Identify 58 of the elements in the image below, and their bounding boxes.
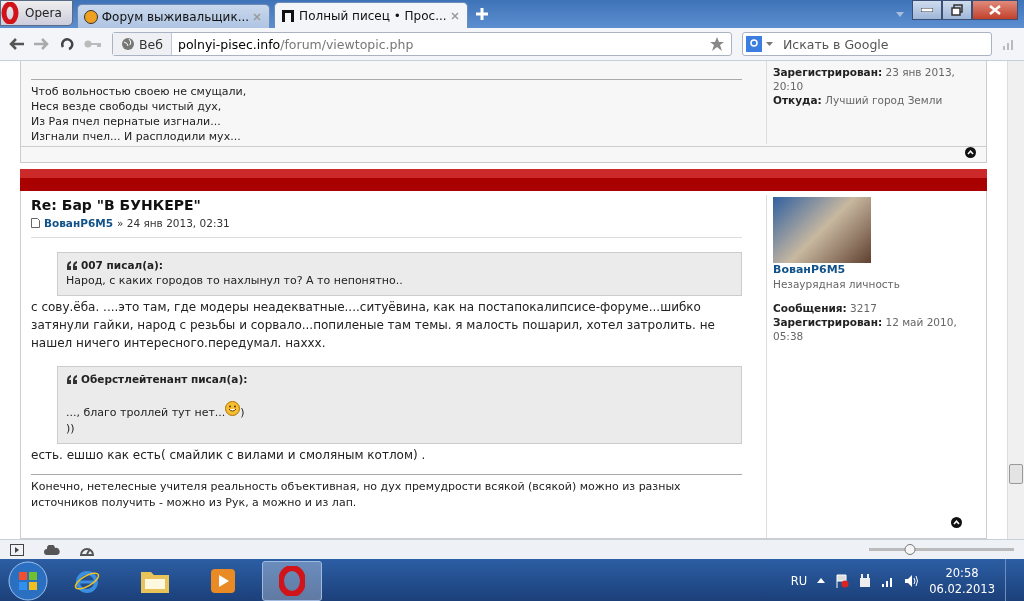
tray-arrow-icon[interactable] (817, 578, 826, 583)
quote-author: 007 писал(а): (81, 258, 164, 273)
p-letter-icon (281, 8, 296, 23)
flag-icon[interactable] (835, 573, 850, 588)
back-to-top-icon[interactable] (965, 147, 976, 158)
profile-field: Сообщения: 3217 (773, 301, 978, 315)
clock[interactable]: 20:58 06.02.2013 (929, 564, 995, 597)
profile-rank: Незаурядная личность (773, 277, 901, 291)
minimize-icon (921, 8, 933, 12)
site-info-button[interactable]: Веб (113, 33, 172, 55)
o-logo-icon (279, 565, 305, 596)
o-logo-icon (1, 2, 19, 24)
quote-author: Оберстлейтенант писал(а): (81, 372, 248, 387)
scrollbar[interactable] (1007, 61, 1024, 539)
post-title: Re: Бар "В БУНКЕРЕ" (31, 197, 202, 213)
quote-text: ..., благо троллей тут нет... ) (66, 401, 733, 421)
smiley-icon (225, 401, 241, 416)
browser-tab[interactable]: Форум выживальщик... (76, 4, 271, 28)
restore-button[interactable] (942, 0, 972, 20)
profile-field: Зарегистрирован: 12 май 2010, 05:38 (773, 315, 978, 343)
new-tab-icon[interactable] (475, 8, 488, 20)
star-icon[interactable] (709, 36, 725, 52)
address-field[interactable]: Веб polnyi-pisec.info/forum/viewtopic.php (112, 32, 732, 56)
speaker-icon[interactable] (905, 574, 920, 587)
post-icon (31, 218, 40, 228)
post-text: есть. ешшо как есть( смайлик с вилами и смоляным котлом) . (31, 447, 427, 464)
quote-text: Народ, с каких городов то нахлынул то? А то непонятно.. (66, 273, 404, 289)
cloud-icon[interactable] (44, 544, 60, 555)
profile-field: Зарегистрирован: 23 янв 2013, 20:10 (773, 65, 978, 93)
signature-text: Чтоб вольностью своею не смущали, Неся везде свободы чистый дух, Из Рая пчел пернатые изгнали... Изгнали пчел... И расплодили мух... (31, 79, 742, 144)
signal-bars-icon (1002, 38, 1016, 50)
language-indicator[interactable]: RU (790, 573, 808, 588)
play-icon (210, 567, 236, 594)
close-tab-icon[interactable] (450, 11, 459, 20)
restore-icon (951, 4, 963, 16)
panel-toggle-icon[interactable] (10, 543, 24, 556)
search-field[interactable]: Искать в Google (742, 32, 992, 56)
signature-text: Конечно, нетелесные учителя реальность объективная, но дух премудрости всякой (всякой) можно из разных источников получить - можно из Рук, а можно и из лап. (31, 474, 742, 511)
browser-tab[interactable]: Полный писец • Прос... (274, 2, 468, 28)
reload-icon[interactable] (60, 37, 74, 51)
author-link[interactable]: ВованР6М5 (44, 217, 113, 229)
profile-name-link[interactable]: ВованР6М5 (773, 263, 978, 277)
slider-handle[interactable] (904, 544, 916, 555)
dropdown-arrow-icon (766, 42, 773, 46)
quote-mark-icon (66, 260, 78, 270)
quote-text: )) (66, 421, 76, 437)
post-text: с сову.ёба. ....это там, где модеры неадекватные....ситуёвина, как на постапокалипсисе-форуме...шибко затянули гайки, народ с резьбы и сорвало...попиленые там темы. я малость пошарил, хотел затролить. не нашел ничего интересного.передумал. нахxx. (31, 299, 716, 352)
close-button[interactable] (972, 0, 1018, 20)
back-to-top-icon[interactable] (951, 517, 962, 528)
minimize-button[interactable] (912, 0, 942, 20)
start-button[interactable] (8, 560, 48, 601)
profile-field: Откуда: Лучший город Земли (773, 93, 978, 107)
power-plug-icon[interactable] (859, 573, 872, 588)
opera-menu-button[interactable]: Opera (0, 0, 73, 26)
close-icon (989, 5, 1001, 15)
quote-mark-icon (66, 374, 78, 384)
post-date: » 24 янв 2013, 02:31 (116, 217, 230, 229)
back-icon[interactable] (8, 38, 24, 50)
